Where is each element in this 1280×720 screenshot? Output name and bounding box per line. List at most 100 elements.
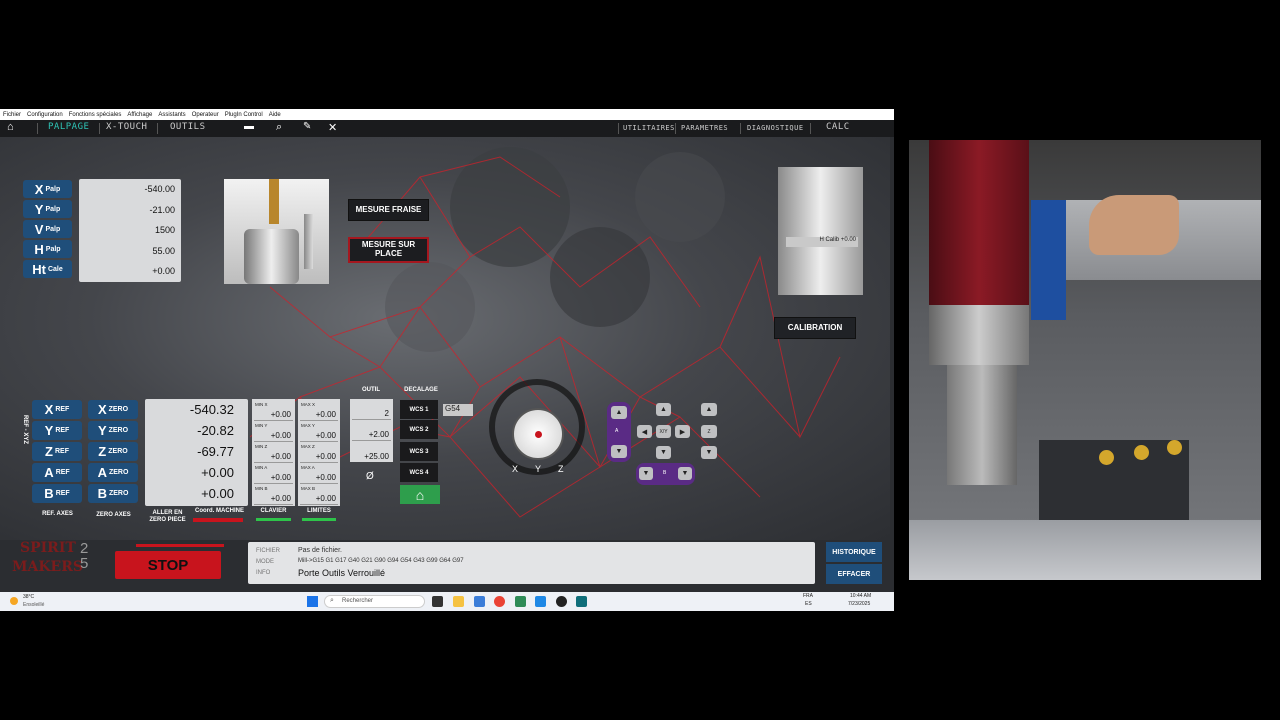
jog-x-plus-button[interactable]: ▶	[675, 425, 690, 438]
zero-axes-button[interactable]: ZERO AXES	[86, 512, 141, 518]
obs-icon[interactable]	[556, 596, 567, 607]
v-palp-value[interactable]: 1500	[155, 225, 175, 235]
max-a-value[interactable]: +0.00	[316, 473, 336, 482]
calibration-button[interactable]: CALIBRATION	[774, 317, 856, 339]
max-y-value[interactable]: +0.00	[316, 431, 336, 440]
taskbar-search[interactable]: ⌕ Rechercher	[324, 595, 425, 608]
ref-axes-button[interactable]: REF. AXES	[30, 511, 85, 517]
outil-length[interactable]: +2.00	[369, 430, 389, 439]
probe-pin	[304, 214, 313, 269]
store-icon[interactable]	[474, 596, 485, 607]
vscode-icon[interactable]	[535, 596, 546, 607]
outil-number[interactable]: 2	[385, 409, 389, 418]
tab-x-touch[interactable]: X-TOUCH	[106, 122, 147, 132]
mesure-fraise-button[interactable]: MESURE FRAISE	[348, 199, 429, 221]
mesure-sur-place-button[interactable]: MESURE SUR PLACE	[348, 237, 429, 263]
search-icon[interactable]: ⌕	[276, 121, 282, 134]
wcs-1-button[interactable]: WCS 1	[400, 400, 438, 419]
wcs-4-button[interactable]: WCS 4	[400, 463, 438, 482]
y-zero-button[interactable]: Y ZERO	[88, 421, 138, 440]
blue-carriage	[1031, 200, 1066, 320]
task-view-icon[interactable]	[432, 596, 443, 607]
tab-utilitaires[interactable]: UTILITAIRES	[623, 124, 675, 132]
a-ref-button[interactable]: A REF	[32, 463, 82, 482]
x-ref-button[interactable]: X REF	[32, 400, 82, 419]
outil-diam-cell: +25.00	[352, 442, 391, 462]
min-x-value[interactable]: +0.00	[271, 410, 291, 419]
z-zero-button[interactable]: Z ZERO	[88, 442, 138, 461]
photos-icon[interactable]	[515, 596, 526, 607]
close-icon[interactable]: ✕	[328, 121, 337, 134]
divider	[37, 123, 38, 134]
jog-b-right-button[interactable]: ▼	[678, 467, 692, 480]
clock-time: 10:44 AM	[850, 593, 872, 599]
jog-a-down-button[interactable]: ▼	[611, 445, 627, 458]
menu-operateur[interactable]: Operateur	[192, 112, 219, 118]
tab-outils[interactable]: OUTILS	[170, 122, 206, 132]
tab-calc[interactable]: CALC	[826, 122, 850, 132]
min-x-label: MIN X	[255, 402, 268, 407]
max-x-value[interactable]: +0.00	[316, 410, 336, 419]
jog-y-plus-button[interactable]: ▲	[656, 403, 671, 416]
max-z-value[interactable]: +0.00	[316, 452, 336, 461]
mach3-icon[interactable]	[576, 596, 587, 607]
windows-start-icon[interactable]	[307, 596, 318, 607]
coord-machine-button[interactable]: Coord. MACHINE	[191, 508, 248, 514]
effacer-button[interactable]: EFFACER	[826, 564, 882, 584]
max-b-value[interactable]: +0.00	[316, 494, 336, 503]
menu-affichage[interactable]: Affichage	[127, 112, 152, 118]
chrome-icon[interactable]	[494, 596, 505, 607]
y-ref-button[interactable]: Y REF	[32, 421, 82, 440]
axis-suffix: ZERO	[108, 448, 128, 455]
menu-fichier[interactable]: Fichier	[3, 112, 21, 118]
b-zero-button[interactable]: B ZERO	[88, 484, 138, 503]
menu-fonctions[interactable]: Fonctions spéciales	[69, 112, 122, 118]
min-y-value[interactable]: +0.00	[271, 431, 291, 440]
min-z-value[interactable]: +0.00	[271, 452, 291, 461]
b-ref-button[interactable]: B REF	[32, 484, 82, 503]
wcs-2-button[interactable]: WCS 2	[400, 420, 438, 439]
menu-assistants[interactable]: Assistants	[158, 112, 185, 118]
jog-x-minus-button[interactable]: ◀	[637, 425, 652, 438]
jog-y-minus-button[interactable]: ▼	[656, 446, 671, 459]
stop-button[interactable]: STOP	[115, 551, 221, 579]
min-y-cell: MIN Y +0.00	[254, 422, 293, 442]
h-palp-value[interactable]: 55.00	[152, 246, 175, 256]
stop-indicator	[136, 544, 224, 547]
z-ref-button[interactable]: Z REF	[32, 442, 82, 461]
tab-palpage[interactable]: PALPAGE	[48, 122, 89, 132]
limites-button[interactable]: LIMITES	[298, 508, 340, 514]
menu-aide[interactable]: Aide	[269, 112, 281, 118]
tab-diagnostique[interactable]: DIAGNOSTIQUE	[747, 124, 804, 132]
a-zero-button[interactable]: A ZERO	[88, 463, 138, 482]
outil-diameter[interactable]: +25.00	[364, 452, 389, 461]
jog-b-left-button[interactable]: ▼	[639, 467, 653, 480]
menu-configuration[interactable]: Configuration	[27, 112, 63, 118]
y-palp-value[interactable]: -21.00	[149, 205, 175, 215]
max-a-label: MAX A	[301, 465, 315, 470]
min-b-label: MIN B	[255, 486, 268, 491]
jog-a-up-button[interactable]: ▲	[611, 406, 627, 419]
menu-plugin[interactable]: PlugIn Control	[225, 112, 263, 118]
min-b-value[interactable]: +0.00	[271, 494, 291, 503]
historique-button[interactable]: HISTORIQUE	[826, 542, 882, 562]
clavier-button[interactable]: CLAVIER	[252, 508, 295, 514]
jog-z-down-button[interactable]: ▼	[701, 446, 717, 459]
explorer-icon[interactable]	[453, 596, 464, 607]
y-dro: -20.82	[197, 423, 234, 438]
folder-icon[interactable]: ▬	[244, 121, 254, 132]
x-palp-value[interactable]: -540.00	[144, 184, 175, 194]
x-zero-button[interactable]: X ZERO	[88, 400, 138, 419]
home-icon[interactable]: ⌂	[400, 485, 440, 504]
ht-cale-value[interactable]: +0.00	[152, 266, 175, 276]
tab-parametres[interactable]: PARAMETRES	[681, 124, 728, 132]
min-a-value[interactable]: +0.00	[271, 473, 291, 482]
wcs-3-button[interactable]: WCS 3	[400, 442, 438, 461]
feed-override-dial[interactable]	[512, 408, 564, 460]
aller-zero-piece-button[interactable]: ALLER EN ZERO PIECE	[145, 510, 190, 524]
edit-icon[interactable]: ✎	[303, 121, 311, 132]
jog-z-up-button[interactable]: ▲	[701, 403, 717, 416]
home-icon[interactable]: ⌂	[7, 121, 14, 133]
axis-letter: X	[44, 402, 54, 417]
axis-suffix: ZERO	[108, 469, 129, 476]
